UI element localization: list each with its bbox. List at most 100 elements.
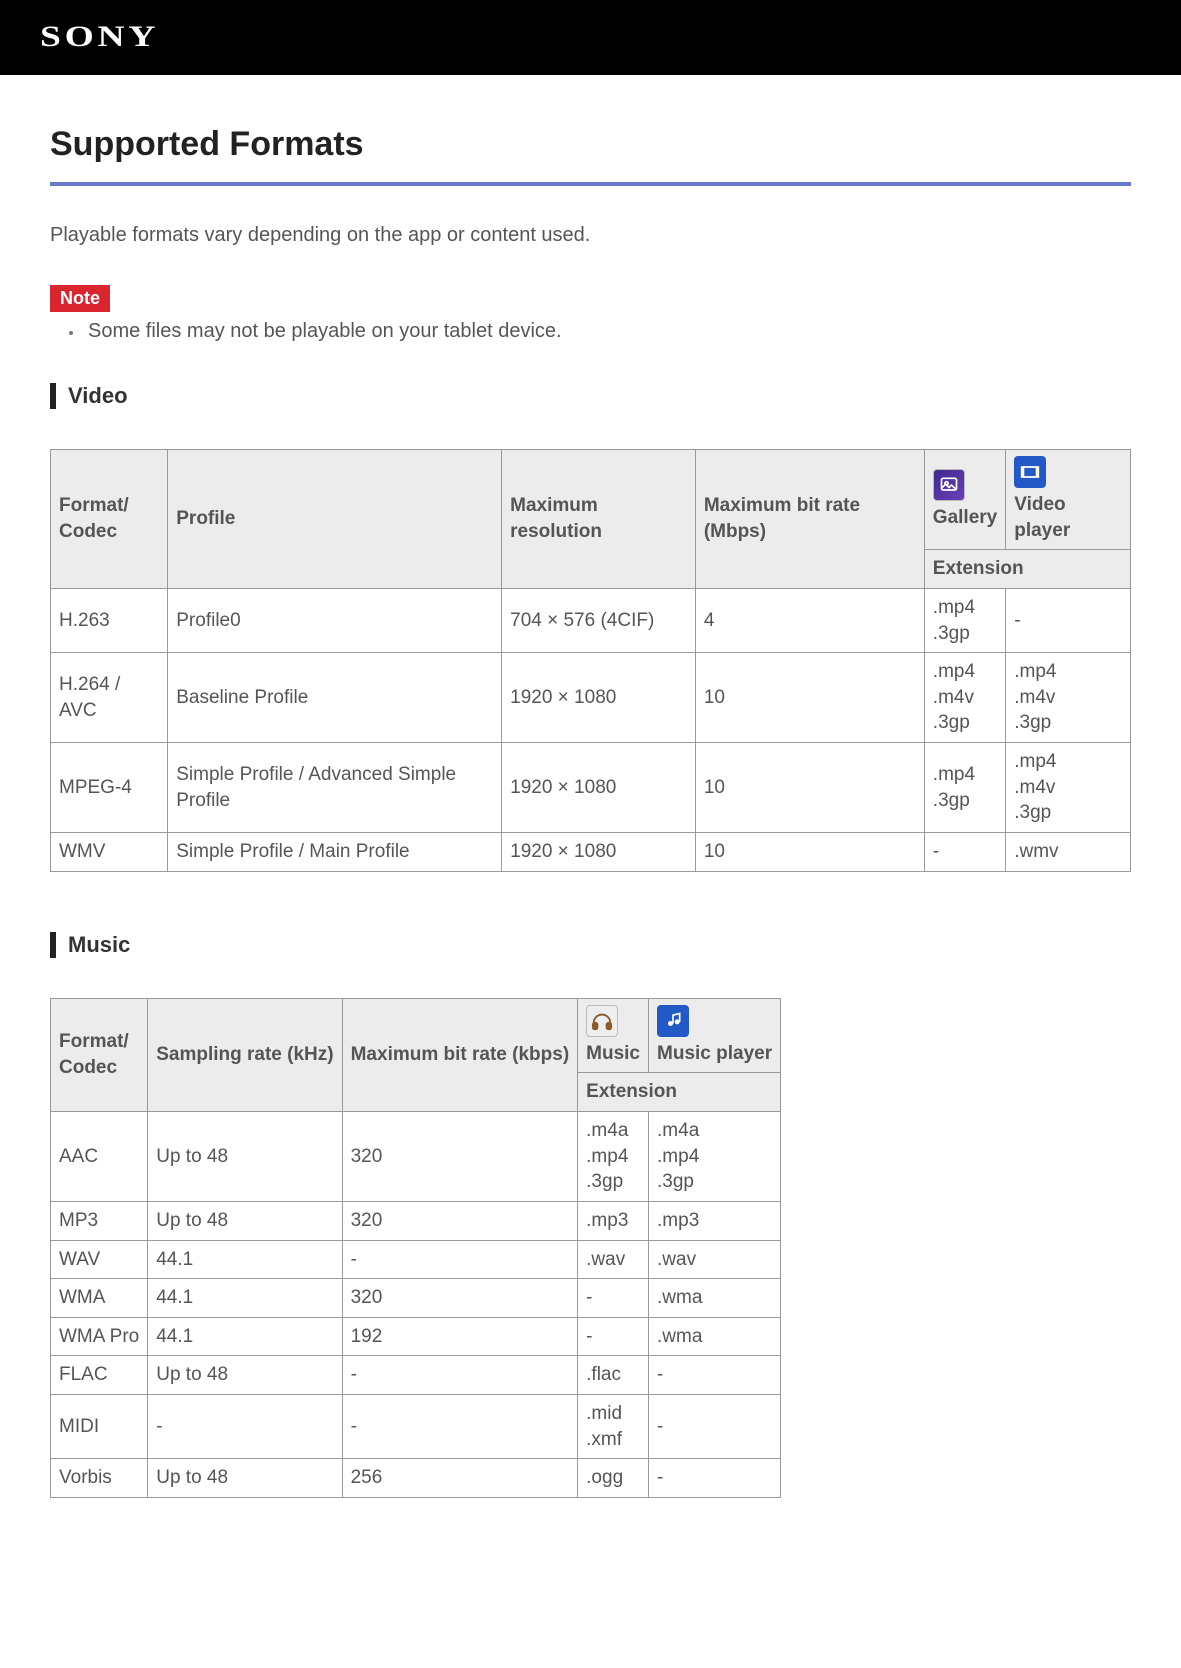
table-row: AACUp to 48320.m4a .mp4 .3gp.m4a .mp4 .3… xyxy=(51,1111,781,1201)
cell-profile: Simple Profile / Advanced Simple Profile xyxy=(168,743,502,833)
table-row: MP3Up to 48320.mp3.mp3 xyxy=(51,1201,781,1240)
col-extension: Extension xyxy=(924,550,1130,589)
cell-profile: Simple Profile / Main Profile xyxy=(168,833,502,872)
table-row: MIDI--.mid .xmf- xyxy=(51,1395,781,1459)
section-heading-video: Video xyxy=(50,383,1131,409)
cell-maxbitrate: - xyxy=(342,1240,578,1279)
cell-maxbitrate: - xyxy=(342,1356,578,1395)
cell-player-ext: .wma xyxy=(649,1279,781,1318)
cell-maxbitrate: - xyxy=(342,1395,578,1459)
cell-format: WMA Pro xyxy=(51,1317,148,1356)
cell-gallery-ext: .mp4 .3gp xyxy=(924,588,1005,652)
header: SONY xyxy=(0,2,1181,75)
cell-music-ext: .mp3 xyxy=(578,1201,649,1240)
note-list: Some files may not be playable on your t… xyxy=(84,320,1131,343)
cell-maxres: 1920 × 1080 xyxy=(502,653,696,743)
cell-format: WMV xyxy=(51,833,168,872)
cell-player-ext: .mp4 .m4v .3gp xyxy=(1006,653,1131,743)
col-videoplayer-label: Video player xyxy=(1014,494,1070,541)
cell-format: WAV xyxy=(51,1240,148,1279)
table-row: FLACUp to 48-.flac- xyxy=(51,1356,781,1395)
cell-maxbitrate: 10 xyxy=(695,833,924,872)
cell-maxres: 704 × 576 (4CIF) xyxy=(502,588,696,652)
note-badge: Note xyxy=(50,285,110,312)
col-maxbitrate: Maximum bit rate (Mbps) xyxy=(695,450,924,589)
cell-music-ext: .ogg xyxy=(578,1459,649,1498)
cell-music-ext: - xyxy=(578,1317,649,1356)
intro-text: Playable formats vary depending on the a… xyxy=(50,224,1131,247)
cell-sampling: Up to 48 xyxy=(148,1111,342,1201)
cell-format: Vorbis xyxy=(51,1459,148,1498)
col-music-label: Music xyxy=(586,1043,640,1064)
section-heading-music: Music xyxy=(50,932,1131,958)
brand-logo: SONY xyxy=(40,20,159,54)
cell-music-ext: .wav xyxy=(578,1240,649,1279)
cell-sampling: Up to 48 xyxy=(148,1459,342,1498)
col-sampling: Sampling rate (kHz) xyxy=(148,998,342,1111)
cell-gallery-ext: - xyxy=(924,833,1005,872)
cell-player-ext: .mp4 .m4v .3gp xyxy=(1006,743,1131,833)
cell-player-ext: - xyxy=(649,1356,781,1395)
table-row: H.263Profile0704 × 576 (4CIF)4.mp4 .3gp- xyxy=(51,588,1131,652)
cell-sampling: 44.1 xyxy=(148,1240,342,1279)
cell-format: FLAC xyxy=(51,1356,148,1395)
cell-sampling: 44.1 xyxy=(148,1317,342,1356)
cell-sampling: 44.1 xyxy=(148,1279,342,1318)
cell-sampling: - xyxy=(148,1395,342,1459)
cell-music-ext: .mid .xmf xyxy=(578,1395,649,1459)
col-format: Format/ Codec xyxy=(51,998,148,1111)
cell-maxbitrate: 10 xyxy=(695,743,924,833)
cell-maxbitrate: 10 xyxy=(695,653,924,743)
cell-player-ext: - xyxy=(1006,588,1131,652)
table-row: VorbisUp to 48256.ogg- xyxy=(51,1459,781,1498)
cell-maxbitrate: 320 xyxy=(342,1279,578,1318)
col-music: Music xyxy=(578,998,649,1073)
music-table: Format/ Codec Sampling rate (kHz) Maximu… xyxy=(50,998,781,1498)
cell-player-ext: - xyxy=(649,1459,781,1498)
col-musicplayer: Music player xyxy=(649,998,781,1073)
col-maxbitrate: Maximum bit rate (kbps) xyxy=(342,998,578,1111)
col-profile: Profile xyxy=(168,450,502,589)
cell-format: AAC xyxy=(51,1111,148,1201)
table-row: WMVSimple Profile / Main Profile1920 × 1… xyxy=(51,833,1131,872)
cell-player-ext: .wmv xyxy=(1006,833,1131,872)
cell-music-ext: - xyxy=(578,1279,649,1318)
cell-maxbitrate: 320 xyxy=(342,1111,578,1201)
cell-maxbitrate: 192 xyxy=(342,1317,578,1356)
cell-format: MIDI xyxy=(51,1395,148,1459)
cell-player-ext: - xyxy=(649,1395,781,1459)
cell-sampling: Up to 48 xyxy=(148,1201,342,1240)
cell-maxbitrate: 4 xyxy=(695,588,924,652)
cell-music-ext: .flac xyxy=(578,1356,649,1395)
cell-gallery-ext: .mp4 .3gp xyxy=(924,743,1005,833)
cell-format: MPEG-4 xyxy=(51,743,168,833)
cell-maxbitrate: 320 xyxy=(342,1201,578,1240)
video-table: Format/ Codec Profile Maximum resolution… xyxy=(50,449,1131,872)
cell-format: H.264 / AVC xyxy=(51,653,168,743)
cell-sampling: Up to 48 xyxy=(148,1356,342,1395)
table-row: MPEG-4Simple Profile / Advanced Simple P… xyxy=(51,743,1131,833)
note-item: Some files may not be playable on your t… xyxy=(84,320,1131,343)
page-title: Supported Formats xyxy=(50,125,1131,186)
cell-player-ext: .m4a .mp4 .3gp xyxy=(649,1111,781,1201)
cell-profile: Baseline Profile xyxy=(168,653,502,743)
cell-maxbitrate: 256 xyxy=(342,1459,578,1498)
col-gallery: Gallery xyxy=(924,450,1005,550)
cell-player-ext: .mp3 xyxy=(649,1201,781,1240)
cell-player-ext: .wav xyxy=(649,1240,781,1279)
music-icon xyxy=(586,1005,618,1037)
cell-music-ext: .m4a .mp4 .3gp xyxy=(578,1111,649,1201)
table-row: WAV44.1-.wav.wav xyxy=(51,1240,781,1279)
col-extension: Extension xyxy=(578,1073,781,1112)
cell-format: WMA xyxy=(51,1279,148,1318)
main-content: Supported Formats Playable formats vary … xyxy=(0,75,1181,1598)
cell-maxres: 1920 × 1080 xyxy=(502,833,696,872)
table-row: WMA Pro44.1192-.wma xyxy=(51,1317,781,1356)
col-videoplayer: Video player xyxy=(1006,450,1131,550)
col-musicplayer-label: Music player xyxy=(657,1043,772,1064)
gallery-icon xyxy=(933,469,965,501)
table-row: WMA44.1320-.wma xyxy=(51,1279,781,1318)
cell-format: MP3 xyxy=(51,1201,148,1240)
cell-format: H.263 xyxy=(51,588,168,652)
cell-player-ext: .wma xyxy=(649,1317,781,1356)
